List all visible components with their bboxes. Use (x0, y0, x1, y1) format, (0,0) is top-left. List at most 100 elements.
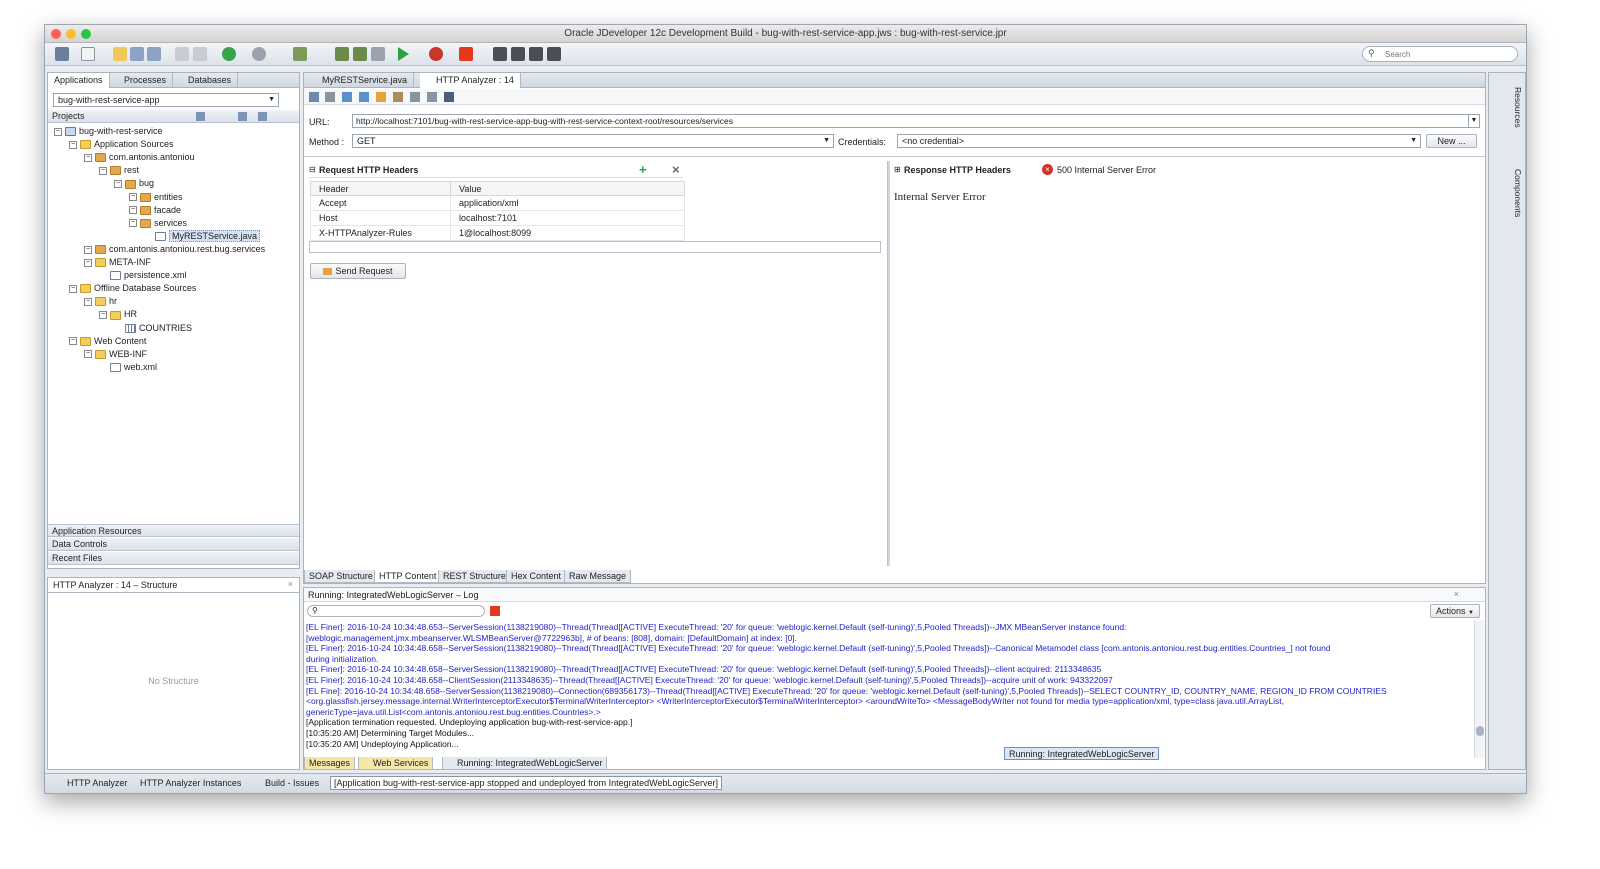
tab-processes[interactable]: Processes (118, 73, 174, 88)
expand-icon[interactable]: ⊞ (894, 165, 901, 174)
terminate-icon[interactable] (490, 606, 500, 616)
new-file-icon[interactable] (81, 47, 95, 61)
header-name-cell[interactable]: X-HTTPAnalyzer-Rules (310, 225, 451, 241)
tab-raw-message[interactable]: Raw Message (564, 570, 632, 583)
request-body-input[interactable] (309, 241, 881, 253)
log-search-input[interactable]: ⚲ (307, 605, 485, 617)
expand-toggle[interactable]: − (129, 206, 137, 215)
tree-item[interactable]: persistence.xml (99, 269, 187, 282)
expand-toggle[interactable]: − (69, 140, 77, 149)
close-icon[interactable]: × (288, 579, 293, 589)
expand-toggle[interactable]: − (84, 245, 92, 254)
data-controls-section[interactable]: Data Controls (48, 538, 299, 551)
tree-item[interactable]: − META-INF (84, 256, 151, 269)
tree-item[interactable]: − Offline Database Sources (69, 282, 196, 295)
header-value-cell[interactable]: application/xml (450, 195, 685, 211)
actions-button[interactable]: Actions ▼ (1430, 604, 1480, 618)
expand-toggle[interactable]: − (99, 166, 107, 175)
tree-item[interactable]: − hr (84, 295, 117, 308)
terminate-icon[interactable] (459, 47, 473, 61)
debug-icon[interactable] (429, 47, 443, 61)
expand-toggle[interactable]: − (84, 297, 92, 306)
run-icon[interactable] (398, 47, 409, 61)
method-select[interactable]: GET ▼ (352, 134, 834, 148)
expand-toggle[interactable]: − (69, 337, 77, 346)
expand-toggle[interactable]: − (54, 127, 62, 136)
pencil-icon[interactable] (393, 92, 403, 102)
expand-toggle[interactable]: − (69, 284, 77, 293)
projects-header[interactable]: Projects (48, 110, 299, 123)
redo-icon[interactable] (193, 47, 207, 61)
add-header-icon[interactable]: + (639, 162, 647, 177)
column-header[interactable]: Value (450, 181, 685, 196)
tab-rest-structure[interactable]: REST Structure (438, 570, 511, 583)
binoculars-icon[interactable] (444, 92, 454, 102)
tree-item[interactable]: − services (129, 217, 187, 230)
tree-item[interactable]: MyRESTService.java (144, 229, 261, 243)
tree-item[interactable]: − com.antonis.antoniou.rest.bug.services (84, 243, 265, 256)
resume-icon[interactable] (547, 47, 561, 61)
url-input[interactable]: http://localhost:7101/bug-with-rest-serv… (352, 114, 1480, 128)
settings-icon[interactable] (258, 112, 267, 121)
tree-item[interactable]: − rest (99, 164, 139, 177)
expand-toggle[interactable]: − (129, 193, 137, 202)
expand-toggle[interactable]: − (84, 258, 92, 267)
resources-tab[interactable]: Resources (1513, 87, 1523, 128)
status-http-analyzer-instances[interactable]: HTTP Analyzer Instances (140, 778, 241, 788)
components-tab[interactable]: Components (1513, 169, 1523, 217)
header-name-cell[interactable]: Accept (310, 195, 451, 211)
tree-item[interactable]: COUNTRIES (114, 322, 192, 335)
global-search[interactable]: ⚲ (1362, 46, 1518, 62)
table-row[interactable]: Host localhost:7101 (310, 210, 685, 226)
header-name-cell[interactable]: Host (310, 210, 451, 226)
rebuild-icon[interactable] (353, 47, 367, 61)
tab-soap-structure[interactable]: SOAP Structure (304, 570, 378, 583)
scrollbar-thumb[interactable] (1476, 726, 1484, 736)
horizontal-splitter[interactable] (304, 153, 1485, 157)
column-header[interactable]: Header (310, 181, 451, 196)
tab-http-analyzer[interactable]: HTTP Analyzer : 14 (420, 73, 521, 88)
tree-item[interactable]: − WEB-INF (84, 348, 147, 361)
chevron-down-icon[interactable]: ▼ (1468, 115, 1479, 127)
expand-toggle[interactable]: − (114, 180, 122, 189)
down-icon[interactable] (359, 92, 369, 102)
table-row[interactable]: Accept application/xml (310, 195, 685, 211)
plug-icon[interactable] (427, 92, 437, 102)
expand-toggle[interactable]: − (84, 153, 92, 162)
tab-messages[interactable]: Messages (304, 757, 356, 770)
tree-item[interactable]: web.xml (99, 361, 157, 374)
back-icon[interactable] (222, 47, 236, 61)
tab-hex-content[interactable]: Hex Content (506, 570, 567, 583)
tree-item[interactable]: − Web Content (69, 335, 146, 348)
collapse-icon[interactable]: ⊟ (309, 165, 316, 174)
print-icon[interactable] (325, 92, 335, 102)
application-resources-section[interactable]: Application Resources (48, 524, 299, 537)
tree-item[interactable]: − entities (129, 191, 183, 204)
undo-icon[interactable] (175, 47, 189, 61)
step-over-icon[interactable] (493, 47, 507, 61)
tree-item[interactable]: − bug-with-rest-service (54, 125, 163, 138)
table-row[interactable]: X-HTTPAnalyzer-Rules 1@localhost:8099 (310, 225, 685, 241)
forward-icon[interactable] (252, 47, 266, 61)
up-icon[interactable] (342, 92, 352, 102)
credentials-select[interactable]: <no credential> ▼ (897, 134, 1421, 148)
delete-header-icon[interactable]: × (672, 162, 680, 177)
header-value-cell[interactable]: localhost:7101 (450, 210, 685, 226)
tree-item[interactable]: − HR (99, 308, 137, 321)
tab-web-services[interactable]: Web Services (358, 757, 434, 770)
vertical-splitter[interactable] (887, 161, 890, 566)
search-input[interactable] (1385, 48, 1510, 60)
make-icon[interactable] (335, 47, 349, 61)
expand-toggle[interactable]: − (99, 311, 107, 320)
application-selector[interactable]: bug-with-rest-service-app ▼ (53, 93, 279, 107)
envelope-icon[interactable] (376, 92, 386, 102)
save-icon[interactable] (309, 92, 319, 102)
tree-item[interactable]: − bug (114, 177, 154, 190)
save-all-icon[interactable] (147, 47, 161, 61)
tree-item[interactable]: − facade (129, 204, 181, 217)
save-icon[interactable] (130, 47, 144, 61)
status-http-analyzer[interactable]: HTTP Analyzer (67, 778, 127, 788)
tab-myrestservice-java[interactable]: MyRESTService.java (306, 73, 415, 88)
tree-item[interactable]: − Application Sources (69, 138, 174, 151)
tab-http-content[interactable]: HTTP Content (374, 570, 442, 583)
